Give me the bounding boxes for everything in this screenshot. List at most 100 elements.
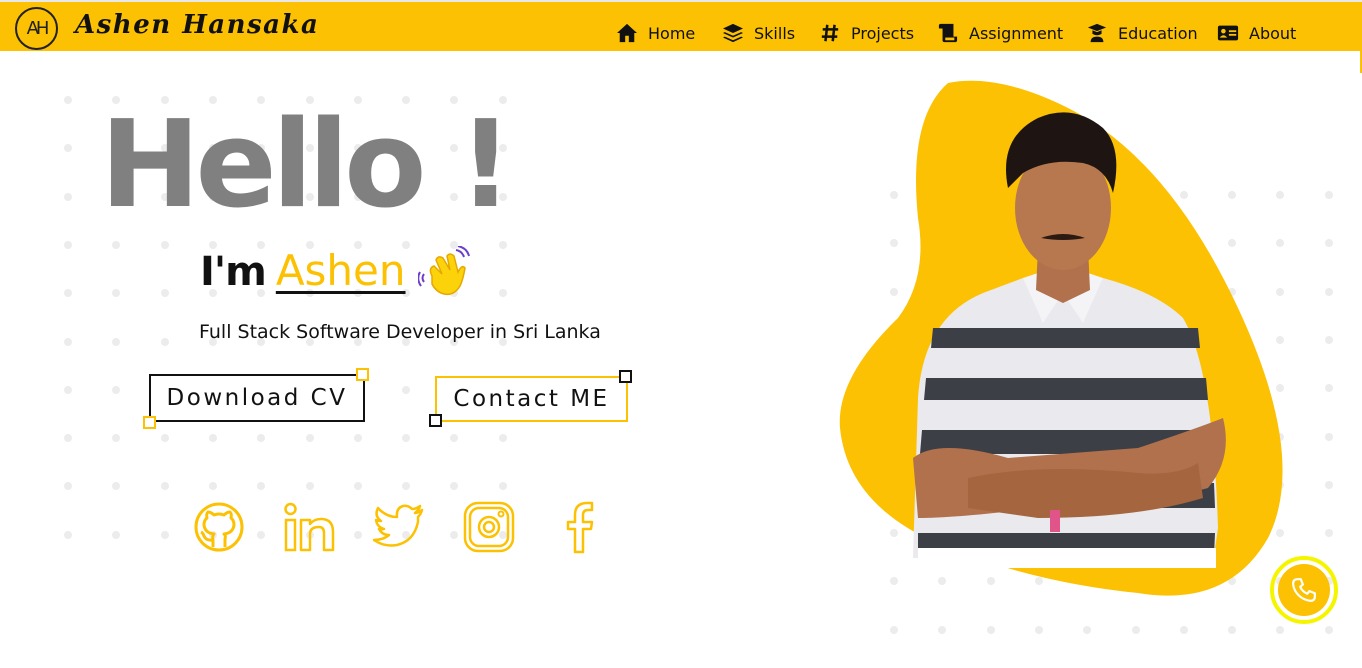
decor-dot	[402, 434, 411, 443]
decor-dot	[160, 434, 169, 443]
decor-dot	[498, 482, 507, 491]
decor-dot	[1324, 191, 1333, 199]
decor-dot	[112, 482, 121, 491]
instagram-icon	[463, 501, 515, 553]
decor-dot	[1324, 384, 1333, 393]
greeting-heading: Hello !	[100, 96, 513, 235]
decor-dot	[64, 192, 72, 201]
decor-dot	[160, 289, 169, 298]
decor-dot	[450, 434, 459, 443]
profile-photo	[839, 80, 1283, 596]
decor-dot	[353, 434, 362, 443]
name-highlight: Ashen	[275, 246, 406, 295]
decor-dot	[1324, 480, 1333, 489]
decor-dot	[257, 434, 266, 443]
decor-dot	[1324, 529, 1333, 538]
nav-label: Home	[648, 23, 696, 43]
nav-skills[interactable]: Skills	[722, 20, 795, 46]
decor-dot	[64, 240, 72, 249]
decor-dot	[160, 337, 169, 346]
decor-dot	[1034, 625, 1043, 634]
github-link[interactable]	[192, 500, 246, 554]
decor-dot	[64, 96, 72, 104]
twitter-link[interactable]	[372, 500, 426, 554]
decor-dot	[1179, 625, 1188, 634]
decor-dot	[353, 482, 362, 491]
photo-bottom	[918, 548, 1216, 568]
decor-dot	[64, 144, 72, 153]
decor-dot	[112, 385, 121, 394]
nav-label: Assignment	[969, 23, 1064, 43]
decor-dot	[498, 434, 507, 443]
decor-dot	[1324, 287, 1333, 296]
decor-dot	[498, 289, 507, 298]
wristband	[1050, 510, 1060, 532]
brand-name[interactable]: Ashen Hansaka	[75, 10, 319, 40]
phone-float-button[interactable]	[1270, 556, 1338, 624]
hashtag-icon	[821, 24, 839, 42]
decor-dot	[353, 530, 362, 539]
decor-dot	[1324, 335, 1333, 344]
nav-education[interactable]: Education	[1086, 20, 1198, 46]
decor-dot	[64, 385, 72, 394]
github-icon	[194, 502, 244, 552]
decor-dot	[1324, 432, 1333, 441]
instagram-link[interactable]	[462, 500, 516, 554]
decor-dot	[1131, 625, 1140, 634]
decor-dot	[1324, 625, 1333, 634]
intro-line: I'm Ashen	[200, 246, 470, 298]
linkedin-link[interactable]	[282, 500, 336, 554]
decor-dot	[450, 482, 459, 491]
decor-dot	[1276, 625, 1285, 634]
facebook-icon	[566, 501, 594, 554]
decor-dot	[402, 482, 411, 491]
decor-dot	[257, 530, 266, 539]
tagline: Full Stack Software Developer in Sri Lan…	[199, 321, 601, 343]
phone-icon	[1292, 578, 1316, 602]
decor-dot	[938, 625, 947, 634]
decor-dot	[64, 289, 72, 298]
facebook-link[interactable]	[552, 500, 606, 554]
decor-dot	[305, 434, 314, 443]
decor-dot	[208, 482, 217, 491]
nav-projects[interactable]: Projects	[819, 20, 914, 46]
intro-text: I'm	[200, 249, 267, 295]
nav-assignment[interactable]: Assignment	[937, 20, 1063, 46]
decor-dot	[305, 482, 314, 491]
person-body	[913, 278, 1218, 563]
decor-dot	[112, 530, 121, 539]
logo[interactable]: AH	[15, 7, 58, 50]
button-corner-decor	[429, 414, 442, 427]
decor-dot	[1228, 625, 1237, 634]
phone-button-inner	[1278, 564, 1330, 616]
decor-dot	[1324, 239, 1333, 248]
decor-dot	[112, 434, 121, 443]
decor-dot	[112, 240, 121, 249]
decor-dot	[112, 289, 121, 298]
nav-label: Projects	[851, 23, 915, 43]
nav-about[interactable]: About	[1217, 20, 1296, 46]
decor-dot	[1083, 625, 1092, 634]
decor-dot	[64, 530, 72, 539]
id-card-icon	[1217, 25, 1239, 41]
waving-hand-icon	[417, 246, 470, 296]
contact-me-button[interactable]: Contact ME	[435, 376, 628, 422]
download-cv-button[interactable]: Download CV	[149, 374, 365, 422]
decor-dot	[160, 530, 169, 539]
button-corner-decor	[143, 416, 156, 429]
nav-label: Skills	[754, 23, 796, 43]
nav-home[interactable]: Home	[616, 20, 695, 46]
scroll-icon	[938, 23, 958, 43]
decor-dot	[208, 434, 217, 443]
button-corner-decor	[619, 370, 632, 383]
twitter-icon	[372, 504, 424, 547]
decor-dot	[112, 337, 121, 346]
decor-dot	[450, 530, 459, 539]
decor-dot	[160, 482, 169, 491]
navbar: AH Ashen Hansaka Home Skills Projects As…	[0, 0, 1362, 51]
decor-dot	[64, 482, 72, 491]
home-icon	[617, 23, 637, 43]
layers-icon	[723, 23, 743, 43]
decor-dot	[160, 240, 169, 249]
decor-dot	[257, 482, 266, 491]
